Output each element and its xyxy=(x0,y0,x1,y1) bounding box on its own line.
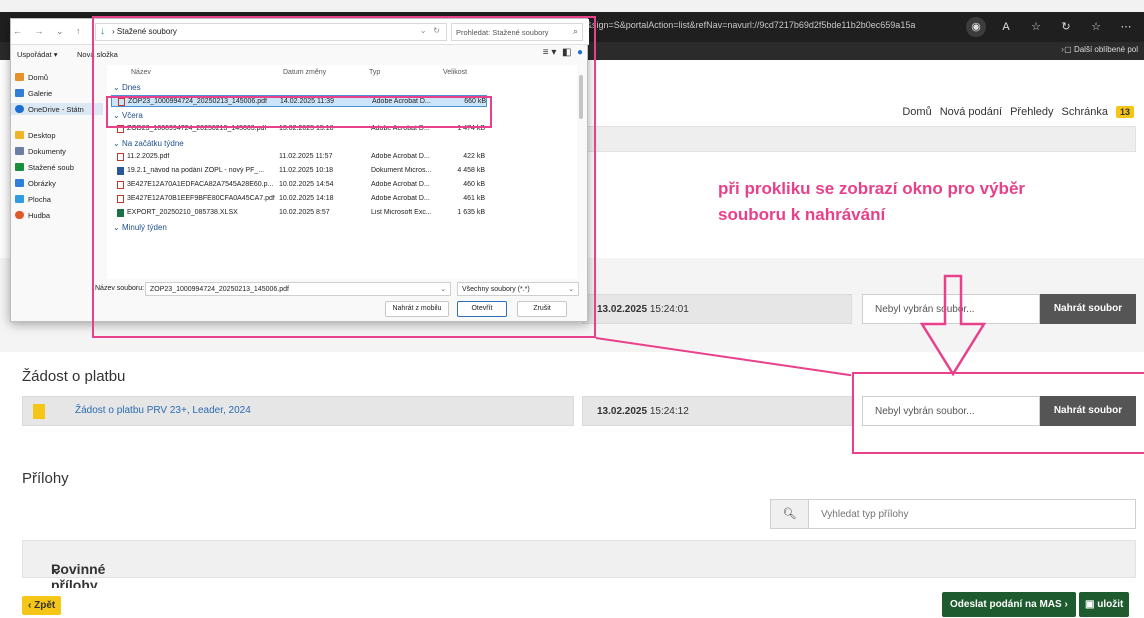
documents-icon xyxy=(15,147,24,155)
nav-music[interactable]: Hudba xyxy=(15,209,50,221)
back-button[interactable]: ‹ Zpět xyxy=(22,596,62,615)
annotation-text: při prokliku se zobrazí okno pro výběr s… xyxy=(718,176,1025,228)
attachment-search: 🔍︎ xyxy=(770,499,1136,529)
save-label: uložit xyxy=(1097,599,1124,610)
nav-downloads-label: Stažené soub xyxy=(28,162,74,172)
favorites-folder[interactable]: ▢ Další oblíbené pol xyxy=(1064,45,1138,54)
more-icon[interactable]: ⋯ xyxy=(1116,17,1136,37)
onedrive-icon xyxy=(15,105,24,113)
date-cell-2: 13.02.2025 15:24:12 xyxy=(582,396,852,426)
annotation-line-1: při prokliku se zobrazí okno pro výběr xyxy=(718,179,1026,198)
dialog-nav-buttons[interactable]: ← → ⌄ ↑ xyxy=(13,26,86,37)
highlight-dialog-frame xyxy=(92,16,596,338)
nav-desktop-label: Desktop xyxy=(28,130,56,140)
back-label: Zpět xyxy=(34,600,56,611)
nav-plocha[interactable]: Plocha xyxy=(15,193,51,205)
favorite-icon[interactable]: ☆ xyxy=(1026,17,1046,37)
nav-music-label: Hudba xyxy=(28,210,51,220)
nav-downloads[interactable]: Stažené soub xyxy=(15,161,74,173)
folder-icon xyxy=(15,131,24,139)
save-icon: ▣ xyxy=(1085,599,1095,610)
nav-pictures[interactable]: Obrázky xyxy=(15,177,56,189)
payment-request-doc: Žádost o platbu PRV 23+, Leader, 2024 xyxy=(22,396,574,426)
required-attachments-toggle[interactable]: ⌄ Povinné přílohy xyxy=(22,540,1136,593)
organize-menu[interactable]: Uspořádat ▾ xyxy=(17,50,57,59)
search-icon[interactable]: 🔍︎ xyxy=(771,500,809,528)
home-icon xyxy=(15,73,24,81)
arrow-down-icon xyxy=(919,274,987,377)
highlight-upload-row xyxy=(852,372,1144,454)
nav-pictures-label: Obrázky xyxy=(28,178,56,188)
nav-plocha-label: Plocha xyxy=(28,194,51,204)
favorites-label: Další oblíbené pol xyxy=(1073,45,1138,54)
submit-label: Odeslat podání na MAS xyxy=(950,599,1062,610)
date-cell-1: 13.02.2025 15:24:01 xyxy=(582,294,852,324)
time-1: 15:24:01 xyxy=(649,304,689,315)
top-navigation: Domů Nová podání Přehledy Schránka 13 xyxy=(902,106,1134,118)
date-1: 13.02.2025 xyxy=(597,304,648,315)
desktop-icon xyxy=(15,195,24,203)
payment-request-link[interactable]: Žádost o platbu PRV 23+, Leader, 2024 xyxy=(75,405,251,416)
download-icon xyxy=(15,163,24,171)
nav-gallery[interactable]: Galerie xyxy=(15,87,52,99)
tracking-icon[interactable]: ◉ xyxy=(966,17,986,37)
pdf-icon xyxy=(33,404,45,419)
nav-documents[interactable]: Dokumenty xyxy=(15,145,66,157)
nav-link-home[interactable]: Domů xyxy=(902,106,931,118)
nav-home[interactable]: Domů xyxy=(15,71,48,83)
refresh-icon[interactable]: ↻ xyxy=(1056,17,1076,37)
nav-documents-label: Dokumenty xyxy=(28,146,66,156)
time-2: 15:24:12 xyxy=(649,406,689,417)
annotation-line-2: souboru k nahrávání xyxy=(718,205,886,224)
save-button[interactable]: ▣ uložit xyxy=(1079,592,1130,617)
organize-label: Uspořádat xyxy=(17,50,52,59)
collections-icon[interactable]: ☆ xyxy=(1086,17,1106,37)
nav-home-label: Domů xyxy=(28,72,49,82)
nav-onedrive-label: OneDrive - Státn xyxy=(28,104,84,114)
gallery-icon xyxy=(15,89,24,97)
nav-desktop[interactable]: Desktop xyxy=(15,129,56,141)
upload-button-1[interactable]: Nahrát soubor xyxy=(1040,294,1136,324)
music-icon xyxy=(15,211,24,219)
footer-bar: ‹ Zpět Odeslat podání na MAS › ▣ uložit xyxy=(0,588,1144,618)
read-aloud-icon[interactable]: A xyxy=(996,17,1016,37)
highlight-selected-file xyxy=(106,96,492,128)
nav-link-overviews[interactable]: Přehledy xyxy=(1010,106,1053,118)
submit-to-mas-button[interactable]: Odeslat podání na MAS › xyxy=(942,592,1076,617)
dialog-navigation-pane: Domů Galerie OneDrive - Státn Desktop Do… xyxy=(11,67,103,267)
attachments-title: Přílohy xyxy=(22,470,69,487)
nav-link-inbox[interactable]: Schránka xyxy=(1062,106,1108,118)
address-bar[interactable]: io D&sign=S&portalAction=list&refNav=nav… xyxy=(570,20,915,30)
chevron-right-icon: › xyxy=(1064,599,1068,610)
payment-request-title: Žádost o platbu xyxy=(22,368,126,385)
date-2: 13.02.2025 xyxy=(597,406,648,417)
nav-link-new-submissions[interactable]: Nová podání xyxy=(940,106,1002,118)
inbox-count-badge: 13 xyxy=(1115,106,1134,118)
pictures-icon xyxy=(15,179,24,187)
nav-gallery-label: Galerie xyxy=(28,88,53,98)
nav-onedrive[interactable]: OneDrive - Státn xyxy=(11,103,103,115)
attachment-search-input[interactable] xyxy=(821,509,1121,520)
